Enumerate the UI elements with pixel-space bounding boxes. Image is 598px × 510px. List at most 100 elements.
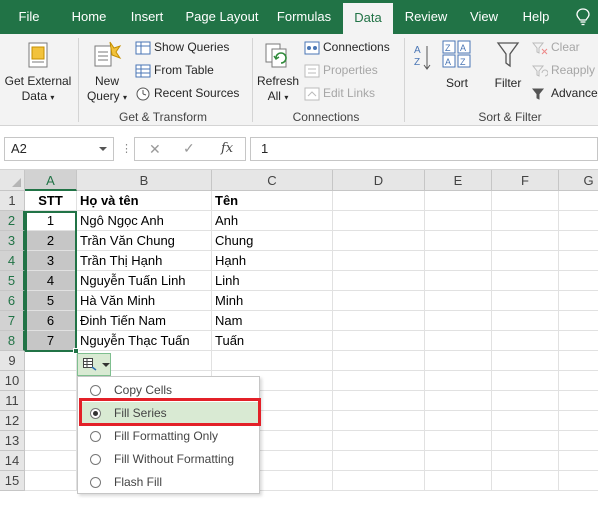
lightbulb-icon[interactable] [576,8,590,26]
tab-data[interactable]: Data [343,3,393,34]
tab-view[interactable]: View [462,0,506,34]
cell-empty[interactable] [559,231,598,251]
cell-empty[interactable] [559,371,598,391]
cell-empty[interactable] [559,471,598,491]
cell-empty[interactable] [559,431,598,451]
cell-empty[interactable] [492,291,559,311]
cell-empty[interactable] [559,331,598,351]
cell-empty[interactable] [25,471,77,491]
row-header-2[interactable]: 2 [0,211,25,231]
cell-empty[interactable] [333,471,425,491]
cell-empty[interactable] [333,331,425,351]
cell-empty[interactable] [25,431,77,451]
cell-first-name[interactable]: Tuấn [212,331,333,351]
cell-empty[interactable] [333,311,425,331]
new-query-button[interactable]: New Query ▾ [84,38,130,106]
tab-help[interactable]: Help [516,0,556,34]
from-table-button[interactable]: From Table [135,60,214,80]
cell-empty[interactable] [212,351,333,371]
column-header-f[interactable]: F [492,170,559,191]
column-header-g[interactable]: G [559,170,598,191]
cancel-icon[interactable]: ✕ [149,141,161,158]
sort-button[interactable]: Z A A Z Sort [440,38,474,106]
cell-empty[interactable] [425,291,492,311]
cell-empty[interactable] [425,251,492,271]
select-all-corner[interactable] [0,170,25,191]
cell-empty[interactable] [559,191,598,211]
cell-empty[interactable] [559,311,598,331]
column-header-e[interactable]: E [425,170,492,191]
cell-empty[interactable] [492,431,559,451]
cell-empty[interactable] [492,371,559,391]
tab-formulas[interactable]: Formulas [272,0,336,34]
cell-empty[interactable] [425,351,492,371]
cell-empty[interactable] [425,271,492,291]
row-header-14[interactable]: 14 [0,451,25,471]
cell-empty[interactable] [425,451,492,471]
column-header-c[interactable]: C [212,170,333,191]
cell-first-name[interactable]: Anh [212,211,333,231]
cell-empty[interactable] [333,211,425,231]
cell-empty[interactable] [559,251,598,271]
cell-name[interactable]: Nguyễn Tuấn Linh [77,271,212,291]
row-header-7[interactable]: 7 [0,311,25,331]
cell-first-name[interactable]: Minh [212,291,333,311]
refresh-all-button[interactable]: Refresh All ▾ [256,38,300,106]
cell-first-name[interactable]: Chung [212,231,333,251]
cell-empty[interactable] [25,351,77,371]
cell-empty[interactable] [333,351,425,371]
cell-empty[interactable] [333,411,425,431]
cell-b1[interactable]: Họ và tên [77,191,212,211]
cell-empty[interactable] [425,411,492,431]
row-header-13[interactable]: 13 [0,431,25,451]
row-header-6[interactable]: 6 [0,291,25,311]
cell-empty[interactable] [25,391,77,411]
cell-empty[interactable] [333,391,425,411]
cell-empty[interactable] [425,211,492,231]
cell-c1[interactable]: Tên [212,191,333,211]
cell-empty[interactable] [492,391,559,411]
cell-empty[interactable] [425,311,492,331]
row-header-12[interactable]: 12 [0,411,25,431]
show-queries-button[interactable]: Show Queries [135,37,229,57]
recent-sources-button[interactable]: Recent Sources [135,83,239,103]
cell-empty[interactable] [492,231,559,251]
properties-button[interactable]: Properties [304,60,378,80]
cell-empty[interactable] [559,291,598,311]
cell-empty[interactable] [333,271,425,291]
menu-item-fill-without-formatting[interactable]: Fill Without Formatting [80,448,258,470]
cell-empty[interactable] [425,471,492,491]
enter-check-icon[interactable]: ✓ [183,140,195,157]
edit-links-button[interactable]: Edit Links [304,83,375,103]
row-header-3[interactable]: 3 [0,231,25,251]
row-header-10[interactable]: 10 [0,371,25,391]
clear-button[interactable]: Clear [532,37,580,57]
cell-empty[interactable] [559,351,598,371]
cell-empty[interactable] [425,231,492,251]
reapply-button[interactable]: Reapply [532,60,595,80]
cell-a1[interactable]: STT [25,191,77,211]
name-box[interactable]: A2 [4,137,114,161]
cell-empty[interactable] [492,411,559,431]
row-header-9[interactable]: 9 [0,351,25,371]
cell-empty[interactable] [559,391,598,411]
cell-name[interactable]: Trần Văn Chung [77,231,212,251]
cell-empty[interactable] [492,251,559,271]
cell-first-name[interactable]: Nam [212,311,333,331]
cell-empty[interactable] [25,451,77,471]
row-header-8[interactable]: 8 [0,331,25,351]
cell-empty[interactable] [492,351,559,371]
sort-az-icon[interactable]: A Z [412,42,434,74]
cell-empty[interactable] [492,271,559,291]
cell-empty[interactable] [333,371,425,391]
cell-empty[interactable] [492,451,559,471]
auto-fill-options-button[interactable] [77,353,111,376]
cell-name[interactable]: Ngô Ngọc Anh [77,211,212,231]
cell-empty[interactable] [492,191,559,211]
row-header-4[interactable]: 4 [0,251,25,271]
cell-empty[interactable] [333,251,425,271]
cell-empty[interactable] [559,211,598,231]
cell-name[interactable]: Hà Văn Minh [77,291,212,311]
formula-input[interactable]: 1 [250,137,598,161]
chevron-down-icon[interactable] [99,147,107,151]
